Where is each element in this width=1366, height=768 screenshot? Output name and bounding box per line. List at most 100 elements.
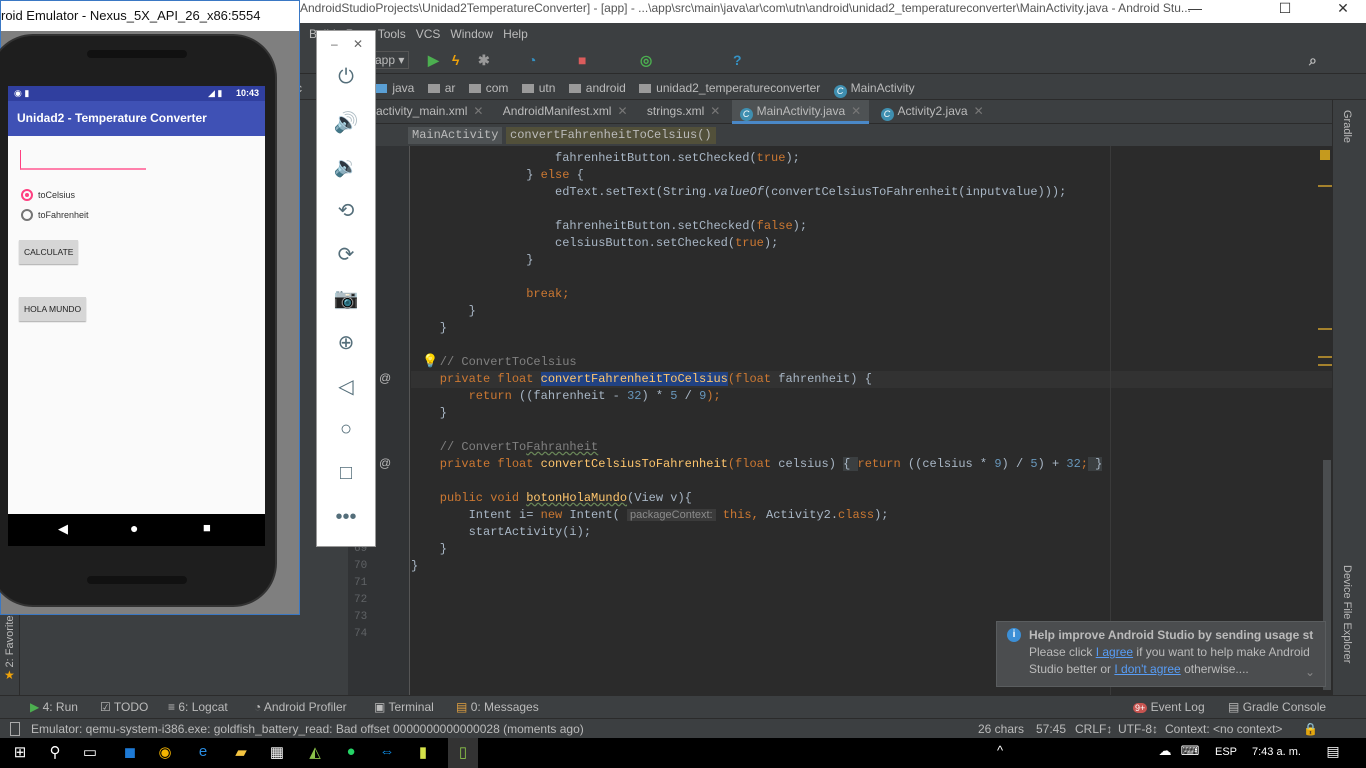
task-view-icon[interactable]: ▭ bbox=[75, 743, 105, 761]
search-icon[interactable]: ⌕ bbox=[1309, 52, 1317, 69]
breadcrumb-item[interactable]: android bbox=[568, 76, 626, 100]
volume-up-icon[interactable]: 🔊 bbox=[317, 110, 375, 135]
notepad-icon[interactable]: ▮ bbox=[408, 743, 438, 761]
todo-tool-button[interactable]: ☑ TODO bbox=[100, 696, 148, 718]
logcat-tool-button[interactable]: ≡ 6: Logcat bbox=[168, 696, 228, 718]
maximize-button[interactable]: ☐ bbox=[1262, 0, 1308, 20]
close-icon[interactable]: ✕ bbox=[710, 104, 720, 118]
code-line[interactable]: // ConvertToFahranheit bbox=[411, 439, 1332, 456]
run-tool-button[interactable]: ▶ 4: Run bbox=[30, 696, 78, 718]
profiler-tool-button[interactable]: ◔ Android Profiler bbox=[254, 696, 347, 718]
home-icon[interactable]: ● bbox=[130, 520, 138, 536]
code-line[interactable]: } bbox=[411, 541, 1332, 558]
code-line[interactable]: private float convertFahrenheitToCelsius… bbox=[411, 371, 1332, 388]
chevron-down-icon[interactable]: ⌄ bbox=[1305, 664, 1315, 681]
overview-icon[interactable]: □ bbox=[317, 462, 375, 485]
edge-icon[interactable]: e bbox=[188, 743, 218, 760]
apply-changes-icon[interactable]: ϟ bbox=[452, 52, 459, 68]
run-icon[interactable]: ▶ bbox=[428, 52, 439, 69]
scroll-marker[interactable] bbox=[1318, 185, 1332, 187]
start-icon[interactable]: ⊞ bbox=[5, 743, 35, 761]
whatsapp-icon[interactable]: ● bbox=[336, 743, 366, 760]
code-line[interactable]: break; bbox=[411, 286, 1332, 303]
code-line[interactable]: } bbox=[411, 558, 1332, 575]
code-line[interactable]: return ((fahrenheit - 32) * 5 / 9); bbox=[411, 388, 1332, 405]
camera-icon[interactable]: 📷 bbox=[317, 286, 375, 311]
file-encoding[interactable]: UTF-8↕ bbox=[1118, 719, 1158, 739]
calculate-button[interactable]: CALCULATE bbox=[19, 240, 79, 264]
action-center-icon[interactable]: ▤ bbox=[1318, 743, 1348, 760]
chrome-icon[interactable]: ◉ bbox=[150, 743, 180, 761]
method-crumb-method[interactable]: convertFahrenheitToCelsius() bbox=[506, 127, 716, 144]
keyboard-icon[interactable]: ⌨ bbox=[1175, 743, 1205, 759]
clock[interactable]: 7:43 a. m. bbox=[1252, 746, 1301, 758]
code-line[interactable]: } else { bbox=[411, 167, 1332, 184]
store-icon[interactable]: ▦ bbox=[262, 743, 292, 761]
tab-android-manifest[interactable]: AndroidManifest.xml ✕ bbox=[495, 100, 636, 124]
code-line[interactable]: fahrenheitButton.setChecked(false); bbox=[411, 218, 1332, 235]
minimize-icon[interactable]: – bbox=[331, 37, 338, 51]
override-marker-icon[interactable]: @ bbox=[379, 371, 391, 385]
tool-window-toggle-icon[interactable] bbox=[10, 722, 20, 736]
code-line[interactable] bbox=[411, 473, 1332, 490]
override-marker-icon[interactable]: @ bbox=[379, 456, 391, 470]
back-icon[interactable]: ◀ bbox=[58, 521, 68, 537]
search-icon[interactable]: ⚲ bbox=[40, 743, 70, 761]
lock-icon[interactable]: 🔒 bbox=[1303, 719, 1318, 739]
code-line[interactable]: startActivity(i); bbox=[411, 524, 1332, 541]
debug-icon[interactable]: ✱ bbox=[478, 52, 490, 69]
device-file-explorer-button[interactable]: Device File Explorer bbox=[1341, 565, 1353, 663]
code-line[interactable]: } bbox=[411, 320, 1332, 337]
messages-tool-button[interactable]: ▤ 0: Messages bbox=[456, 696, 539, 718]
breadcrumb-item[interactable]: com bbox=[468, 76, 508, 100]
sync-icon[interactable]: ◎ bbox=[640, 52, 652, 69]
more-icon[interactable]: ••• bbox=[317, 506, 375, 529]
caret-position[interactable]: 57:45 bbox=[1036, 719, 1066, 739]
terminal-tool-button[interactable]: ▣ Terminal bbox=[374, 696, 434, 718]
disagree-link[interactable]: I don't agree bbox=[1114, 662, 1180, 676]
tray-chevron-icon[interactable]: ^ bbox=[985, 743, 1015, 758]
menu-help[interactable]: Help bbox=[503, 23, 528, 45]
scroll-marker[interactable] bbox=[1318, 328, 1332, 330]
profiler-icon[interactable]: ◔ bbox=[528, 52, 536, 68]
code-editor[interactable]: 69 70 71 72 73 74 fahrenheitButton.setChecked… bbox=[348, 146, 1332, 695]
code-line[interactable]: public void botonHolaMundo(View v){ bbox=[411, 490, 1332, 507]
code-line[interactable]: } bbox=[411, 405, 1332, 422]
agree-link[interactable]: I agree bbox=[1096, 645, 1133, 659]
close-icon[interactable]: ✕ bbox=[473, 104, 483, 118]
code-line[interactable]: } bbox=[411, 252, 1332, 269]
help-icon[interactable]: ? bbox=[733, 52, 742, 68]
close-icon[interactable]: ✕ bbox=[353, 37, 363, 51]
menu-vcs[interactable]: VCS bbox=[416, 23, 441, 45]
close-icon[interactable]: ✕ bbox=[974, 104, 984, 118]
breadcrumb-item[interactable]: C MainActivity bbox=[833, 76, 915, 100]
power-icon[interactable]: ⏻ bbox=[317, 66, 375, 89]
breadcrumb-item[interactable]: utn bbox=[521, 76, 555, 100]
hola-mundo-button[interactable]: HOLA MUNDO bbox=[19, 297, 87, 321]
close-button[interactable]: ✕ bbox=[1320, 0, 1366, 20]
code-line[interactable] bbox=[411, 201, 1332, 218]
code-line[interactable] bbox=[411, 422, 1332, 439]
breadcrumb-item[interactable]: ar bbox=[427, 76, 455, 100]
code-line[interactable] bbox=[411, 592, 1332, 609]
close-icon[interactable]: ✕ bbox=[851, 104, 861, 118]
status-message[interactable]: Emulator: qemu-system-i386.exe: goldfish… bbox=[31, 719, 584, 739]
outlook-icon[interactable]: ◼ bbox=[115, 743, 145, 761]
stop-icon[interactable]: ■ bbox=[578, 52, 586, 68]
breadcrumb-item[interactable]: unidad2_temperatureconverter bbox=[639, 76, 820, 100]
tab-activity2[interactable]: C Activity2.java ✕ bbox=[873, 100, 992, 124]
code-line[interactable] bbox=[411, 575, 1332, 592]
code-line[interactable] bbox=[411, 337, 1332, 354]
rotate-right-icon[interactable]: ⟳ bbox=[317, 242, 375, 267]
zoom-icon[interactable]: ⊕ bbox=[317, 330, 375, 355]
code-line[interactable]: Intent i= new Intent( packageContext: th… bbox=[411, 507, 1332, 524]
explorer-icon[interactable]: ▰ bbox=[226, 743, 256, 761]
emulator-taskbar-icon[interactable]: ▯ bbox=[448, 738, 478, 768]
language-indicator[interactable]: ESP bbox=[1215, 746, 1237, 758]
method-crumb-class[interactable]: MainActivity bbox=[408, 127, 503, 144]
minimize-button[interactable]: — bbox=[1172, 0, 1218, 20]
radio-to-celsius[interactable] bbox=[21, 189, 33, 201]
code-line[interactable]: } bbox=[411, 303, 1332, 320]
line-separator[interactable]: CRLF↕ bbox=[1075, 719, 1112, 739]
back-icon[interactable]: ◁ bbox=[317, 374, 375, 399]
